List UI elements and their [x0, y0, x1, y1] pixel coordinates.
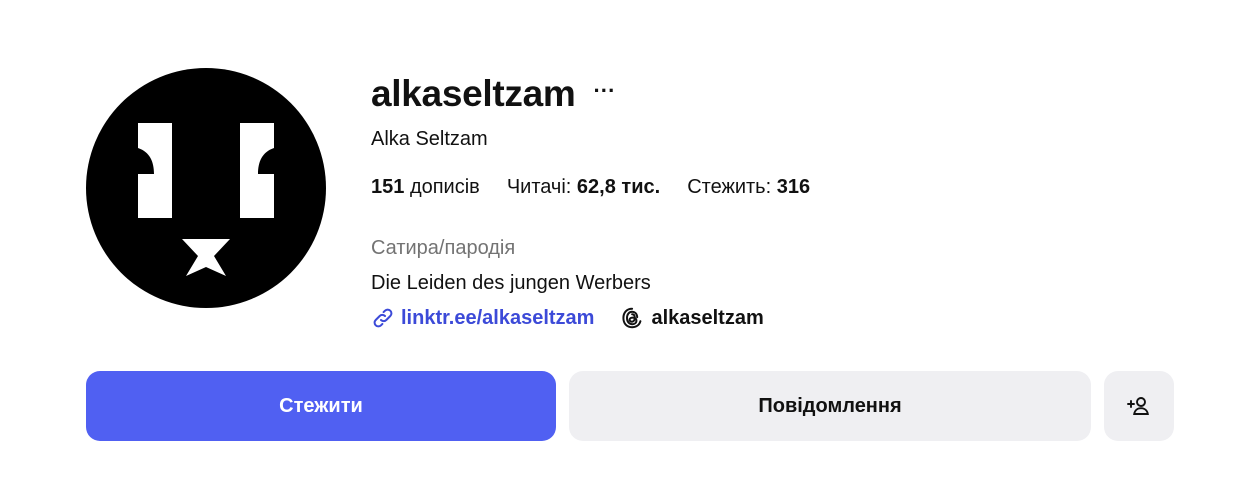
threads-icon: [622, 307, 642, 329]
profile-bio: Die Leiden des jungen Werbers: [371, 272, 651, 294]
following-label: Стежить:: [687, 176, 772, 198]
avatar-logo: [138, 123, 274, 276]
threads-handle: alkaseltzam: [651, 306, 764, 329]
following-stat[interactable]: Стежить: 316: [687, 176, 810, 199]
followers-label: Читачі:: [506, 176, 572, 198]
profile-stats: 151 дописів Читачі: 62,8 тис. Стежить: 3…: [371, 176, 837, 199]
full-name: Alka Seltzam: [371, 128, 488, 150]
username-row: alkaseltzam ···: [371, 70, 1191, 118]
add-user-button[interactable]: [1104, 371, 1174, 441]
following-count: 316: [776, 176, 811, 198]
external-link-text: linktr.ee/alkaseltzam: [401, 306, 595, 329]
external-link[interactable]: linktr.ee/alkaseltzam: [371, 306, 594, 330]
person-add-icon: [1127, 397, 1149, 415]
follow-button[interactable]: Стежити: [86, 371, 556, 441]
posts-stat: 151 дописів: [371, 176, 480, 199]
followers-count: 62,8 тис.: [576, 176, 661, 198]
profile-category: Сатира/пародія: [371, 237, 516, 259]
threads-link[interactable]: alkaseltzam: [620, 306, 764, 330]
profile-links: linktr.ee/alkaseltzam alkaseltzam: [371, 306, 764, 330]
profile-info: alkaseltzam ··· Alka Seltzam 151 дописів…: [371, 70, 1191, 329]
username: alkaseltzam: [371, 73, 576, 114]
posts-label: дописів: [409, 176, 480, 198]
link-icon: [373, 308, 393, 328]
message-button[interactable]: Повідомлення: [569, 371, 1091, 441]
followers-stat[interactable]: Читачі: 62,8 тис.: [507, 176, 660, 199]
more-options-icon[interactable]: ···: [593, 80, 615, 108]
posts-count: 151: [371, 176, 405, 198]
avatar[interactable]: [86, 68, 326, 308]
